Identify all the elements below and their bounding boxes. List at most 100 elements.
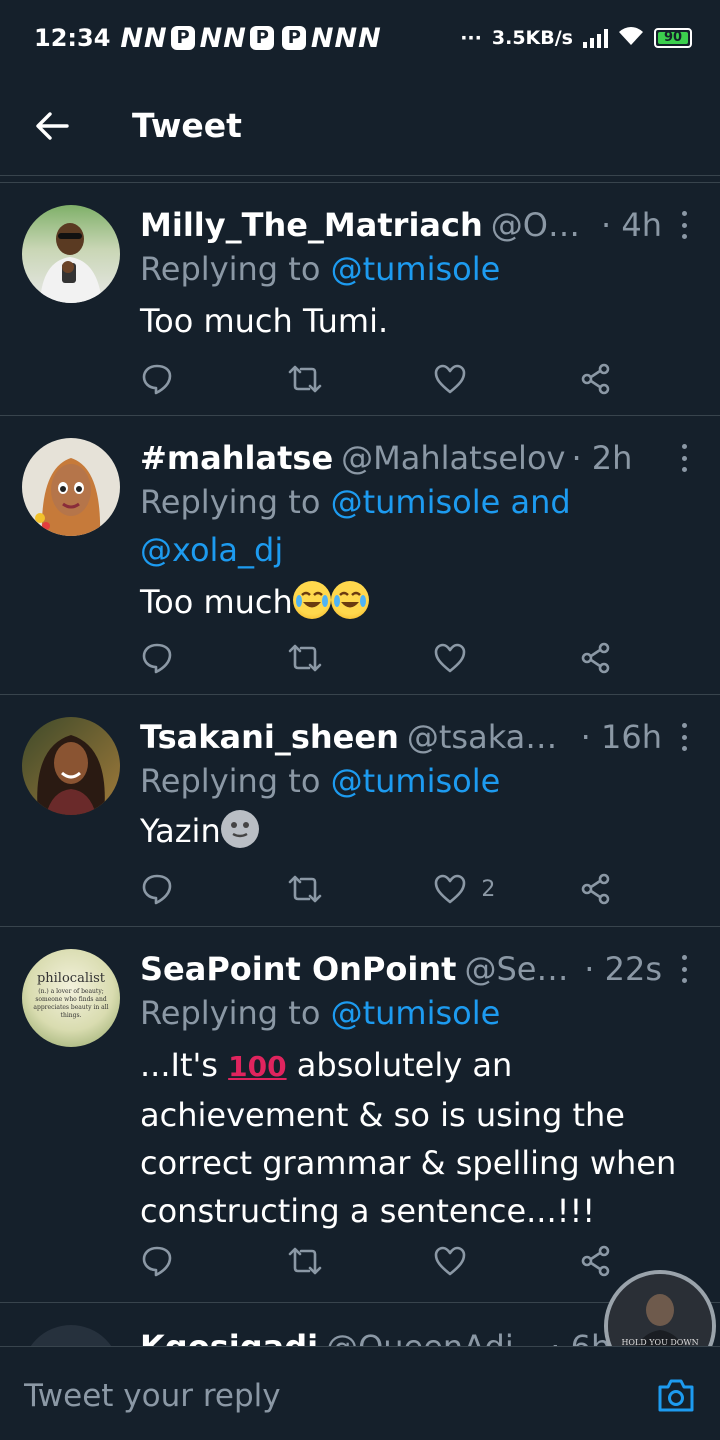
display-name[interactable]: Kgosigadi bbox=[140, 1328, 318, 1347]
mention-link[interactable]: @tumisole bbox=[331, 762, 501, 800]
reply-tweet[interactable]: #mahlatse @Mahlatselov · 2h Replying to … bbox=[0, 416, 720, 695]
replying-to-label: Replying to bbox=[140, 483, 331, 521]
avatar[interactable] bbox=[22, 438, 120, 536]
retweet-button[interactable] bbox=[287, 362, 327, 396]
username[interactable]: @Mahlatselov bbox=[341, 439, 565, 477]
avatar[interactable] bbox=[22, 205, 120, 303]
reply-icon bbox=[142, 874, 172, 905]
reply-button[interactable] bbox=[140, 1244, 180, 1278]
replies-feed[interactable]: Milly_The_Matriach @Ou... · 4h Replying … bbox=[0, 182, 720, 1347]
reply-icon bbox=[142, 1246, 172, 1277]
timestamp: · 6h bbox=[550, 1328, 612, 1347]
netflix-icon: N bbox=[358, 22, 381, 54]
display-name[interactable]: #mahlatse bbox=[140, 439, 333, 477]
notification-icons: N N P N N P P N N N bbox=[120, 22, 381, 54]
reply-tweet[interactable]: Milly_The_Matriach @Ou... · 4h Replying … bbox=[0, 183, 720, 416]
reply-composer bbox=[0, 1346, 720, 1440]
retweet-button[interactable] bbox=[287, 1244, 327, 1278]
replying-to-label: Replying to bbox=[140, 994, 331, 1032]
mention-link[interactable]: @tumisole bbox=[331, 994, 501, 1032]
tweet-actions bbox=[140, 638, 620, 678]
netflix-icon: N bbox=[310, 22, 334, 54]
share-icon bbox=[581, 363, 610, 395]
netflix-icon: N bbox=[223, 22, 246, 54]
replying-to: Replying to @tumisole and @xola_dj bbox=[140, 478, 680, 574]
replying-to: Replying to @tumisole bbox=[140, 989, 680, 1037]
reply-tweet[interactable]: Tsakani_sheen @tsakani... · 16h Replying… bbox=[0, 695, 720, 927]
tweet-actions: 2 bbox=[140, 869, 620, 909]
share-button[interactable] bbox=[580, 642, 620, 674]
heart-icon bbox=[435, 1246, 466, 1276]
share-button[interactable] bbox=[580, 1245, 620, 1277]
avatar[interactable]: philocalist (n.) a lover of beauty; some… bbox=[22, 949, 120, 1047]
avatar[interactable] bbox=[22, 1325, 120, 1347]
status-bar: 12:34 N N P N N P P N N N ··· 3.5KB/s 90 bbox=[0, 0, 720, 76]
tweet-header: Tsakani_sheen @tsakani... · 16h bbox=[140, 715, 696, 759]
timestamp: · 4h bbox=[601, 206, 662, 244]
status-time: 12:34 bbox=[34, 24, 111, 52]
retweet-button[interactable] bbox=[287, 872, 327, 906]
pinterest-icon: P bbox=[249, 26, 274, 50]
retweet-button[interactable] bbox=[287, 641, 327, 675]
tears-of-joy-emoji-icon bbox=[330, 581, 369, 619]
retweet-icon bbox=[288, 644, 321, 672]
reply-tweet[interactable]: philocalist (n.) a lover of beauty; some… bbox=[0, 927, 720, 1303]
display-name[interactable]: Milly_The_Matriach bbox=[140, 206, 483, 244]
share-button[interactable] bbox=[580, 873, 620, 905]
tweet-actions bbox=[140, 359, 620, 399]
avatar[interactable] bbox=[22, 717, 120, 815]
battery-icon: 90 bbox=[654, 28, 692, 48]
camera-icon bbox=[658, 1379, 694, 1412]
reply-icon bbox=[142, 643, 172, 674]
camera-button[interactable] bbox=[656, 1375, 696, 1415]
tears-of-joy-emoji-icon bbox=[292, 581, 331, 619]
reply-input[interactable] bbox=[22, 1365, 626, 1427]
retweet-icon bbox=[288, 1247, 321, 1275]
more-options-icon[interactable] bbox=[672, 719, 696, 755]
replying-to: Replying to @tumisole bbox=[140, 757, 680, 805]
share-button[interactable] bbox=[580, 363, 620, 395]
reply-icon bbox=[142, 364, 172, 395]
back-button[interactable] bbox=[22, 96, 82, 156]
tweet-text-content: ...It's bbox=[140, 1046, 229, 1084]
like-button[interactable] bbox=[433, 642, 473, 674]
like-button[interactable] bbox=[433, 363, 473, 395]
more-options-icon[interactable] bbox=[672, 207, 696, 243]
mention-link[interactable]: @tumisole bbox=[331, 250, 501, 288]
avatar-definition: (n.) a lover of beauty; someone who find… bbox=[33, 988, 109, 1019]
tweet-text: ...It's 100 absolutely an achievement & … bbox=[140, 1041, 680, 1235]
like-button[interactable]: 2 bbox=[433, 873, 495, 905]
tweet-header: Milly_The_Matriach @Ou... · 4h bbox=[140, 203, 696, 247]
tweet-header: SeaPoint OnPoint @Sea... · 22s bbox=[140, 947, 696, 991]
username[interactable]: @Ou... bbox=[491, 206, 595, 244]
wifi-icon bbox=[618, 26, 644, 51]
replying-to-label: Replying to bbox=[140, 250, 331, 288]
status-right: ··· 3.5KB/s 90 bbox=[460, 26, 692, 51]
more-options-icon[interactable] bbox=[672, 440, 696, 476]
like-button[interactable] bbox=[433, 1245, 473, 1277]
arrow-left-icon bbox=[36, 111, 69, 140]
username[interactable]: @QueenAdi... bbox=[326, 1328, 544, 1347]
timestamp: · 22s bbox=[584, 950, 662, 988]
replying-to: Replying to @tumisole bbox=[140, 245, 680, 293]
heart-icon bbox=[435, 643, 466, 673]
username[interactable]: @Sea... bbox=[464, 950, 578, 988]
reply-button[interactable] bbox=[140, 872, 180, 906]
avatar-word: philocalist bbox=[36, 971, 106, 986]
reply-button[interactable] bbox=[140, 362, 180, 396]
pinterest-icon: P bbox=[281, 26, 306, 50]
signal-icon bbox=[583, 28, 608, 48]
share-icon bbox=[581, 642, 610, 674]
display-name[interactable]: Tsakani_sheen bbox=[140, 718, 399, 756]
username[interactable]: @tsakani... bbox=[407, 718, 575, 756]
tweet-header: #mahlatse @Mahlatselov · 2h bbox=[140, 436, 696, 480]
neutral-face-emoji-icon bbox=[220, 810, 259, 848]
reply-button[interactable] bbox=[140, 641, 180, 675]
share-icon bbox=[581, 1245, 610, 1277]
top-bar: Tweet bbox=[0, 76, 720, 176]
display-name[interactable]: SeaPoint OnPoint bbox=[140, 950, 456, 988]
more-options-icon[interactable] bbox=[672, 951, 696, 987]
netflix-icon: N bbox=[334, 22, 357, 54]
retweet-icon bbox=[288, 365, 321, 393]
replying-to-label: Replying to bbox=[140, 762, 331, 800]
